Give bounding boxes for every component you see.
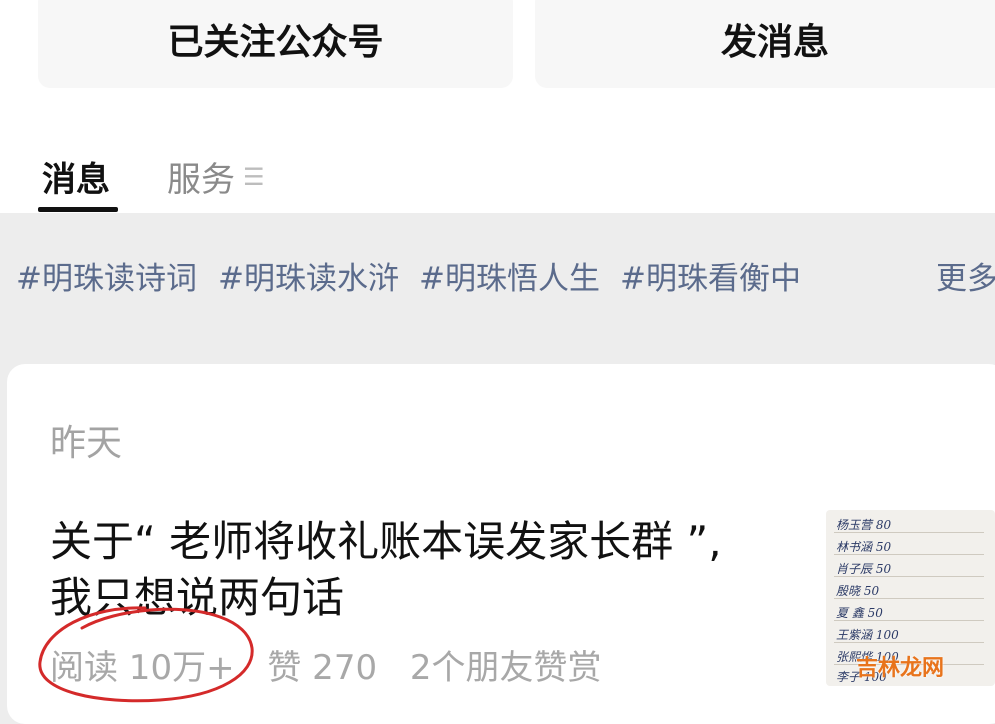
article-date: 昨天	[50, 423, 123, 464]
ledger-entry: 林书涵 50	[836, 540, 892, 554]
tab-messages[interactable]: 消息	[42, 152, 110, 201]
send-message-button[interactable]: 发消息	[535, 0, 995, 88]
tab-services-label: 服务	[167, 160, 235, 200]
ledger-entry: 王紫涵 100	[836, 628, 899, 642]
article-title[interactable]: 关于“ 老师将收礼账本误发家长群 ”, 我只想说两句话	[50, 514, 810, 626]
like-count: 赞 270	[267, 648, 378, 688]
account-header: 已关注公众号 发消息 消息 服务 ☰	[0, 0, 995, 213]
watermark-logo: 吉林龙网	[856, 656, 945, 681]
ledger-entry: 杨玉营 80	[836, 518, 892, 532]
tab-services[interactable]: 服务 ☰	[167, 152, 265, 201]
menu-icon: ☰	[243, 162, 265, 191]
more-tags-link[interactable]: 更多	[936, 253, 995, 298]
topic-tag[interactable]: #明珠悟人生	[419, 253, 600, 298]
ledger-entry: 肖子辰 50	[836, 562, 892, 576]
active-tab-indicator	[38, 207, 118, 212]
topic-tag[interactable]: #明珠读诗词	[16, 253, 197, 298]
followed-account-button[interactable]: 已关注公众号	[38, 0, 513, 88]
friend-tips: 2个朋友赞赏	[409, 648, 602, 688]
tab-messages-label: 消息	[42, 160, 110, 200]
article-title-line: 我只想说两句话	[50, 573, 345, 622]
article-stats: 阅读 10万+ 赞 270 2个朋友赞赏	[50, 640, 624, 689]
ledger-entry: 夏 鑫 50	[836, 606, 883, 620]
read-count: 阅读 10万+	[50, 648, 235, 688]
topic-tag[interactable]: #明珠看衡中	[620, 253, 801, 298]
topic-tags-bar: #明珠读诗词 #明珠读水浒 #明珠悟人生 #明珠看衡中 更多	[0, 253, 995, 307]
article-title-line: 关于“ 老师将收礼账本误发家长群 ”,	[50, 517, 722, 566]
ledger-entry: 殷晓 50	[836, 584, 880, 598]
topic-tag[interactable]: #明珠读水浒	[218, 253, 399, 298]
